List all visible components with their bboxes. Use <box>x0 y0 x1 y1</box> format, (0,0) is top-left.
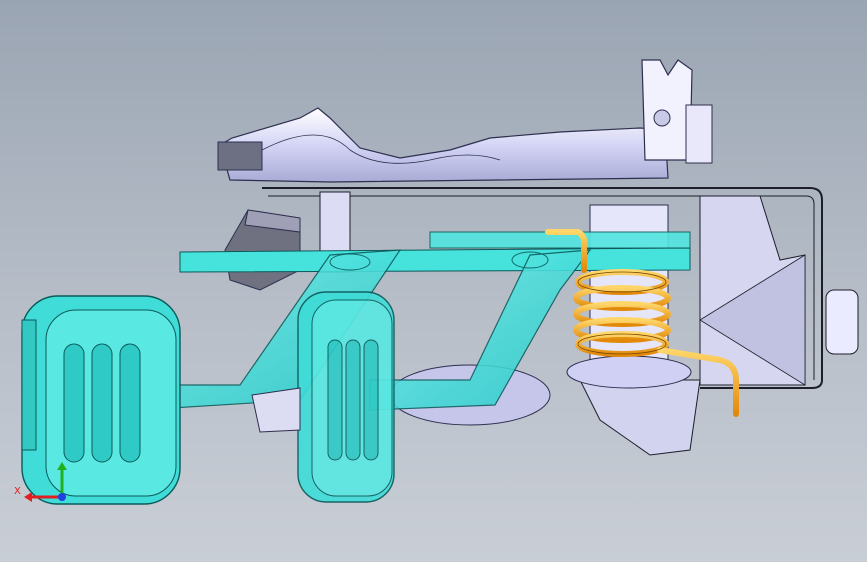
upper-housing <box>217 107 669 183</box>
right-foot-pad <box>297 291 395 503</box>
left-foot-pad <box>21 295 181 505</box>
connector-block <box>224 209 301 291</box>
cad-viewport[interactable]: X <box>0 0 867 562</box>
mounting-bracket <box>641 59 713 164</box>
z-axis-dot <box>58 493 66 501</box>
cad-model-drawing: X <box>14 59 859 505</box>
lower-clip <box>251 387 301 433</box>
x-axis-label: X <box>14 486 21 497</box>
x-axis-arrowhead <box>24 492 32 502</box>
